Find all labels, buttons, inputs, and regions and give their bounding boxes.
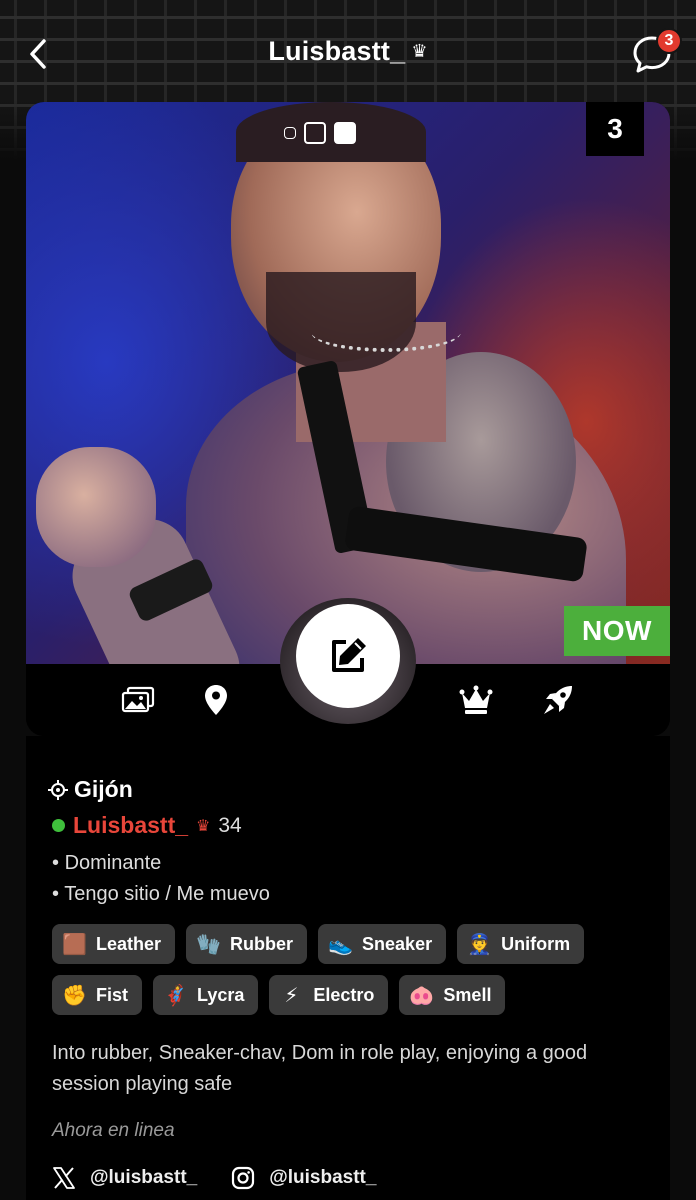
- edit-profile-button[interactable]: [296, 604, 400, 708]
- tag-row: ✊ Fist 🦸 Lycra ⚡ Electro 🐽 Smell: [52, 975, 652, 1015]
- role-item: Tengo sitio / Me muevo: [52, 879, 270, 910]
- fist-icon: ✊: [62, 984, 87, 1007]
- interest-tags: 🟫 Leather 🧤 Rubber 👟 Sneaker 👮 Uniform ✊…: [52, 924, 652, 1026]
- tag-label: Electro: [313, 984, 375, 1005]
- police-officer-icon: 👮: [467, 933, 492, 956]
- indicator-dot[interactable]: [304, 122, 326, 144]
- crown-button[interactable]: [454, 678, 498, 722]
- pig-nose-icon: 🐽: [409, 984, 435, 1007]
- title-crown-icon: ♛: [411, 41, 428, 61]
- sneaker-icon: 👟: [328, 933, 353, 956]
- tag-label: Rubber: [230, 933, 294, 954]
- instagram-link[interactable]: @luisbastt_: [231, 1166, 376, 1190]
- glove-icon: 🧤: [196, 933, 221, 956]
- profile-photo[interactable]: 3: [26, 102, 670, 664]
- tag-row: 🟫 Leather 🧤 Rubber 👟 Sneaker 👮 Uniform: [52, 924, 652, 964]
- username-row: Luisbastt_ ♛ 34: [52, 812, 242, 839]
- gallery-icon: [121, 686, 155, 713]
- premium-crown-icon: ♛: [196, 817, 211, 835]
- tag-sneaker[interactable]: 👟 Sneaker: [318, 924, 447, 964]
- profile-photo-card[interactable]: 3 NOW: [26, 102, 670, 736]
- indicator-dot[interactable]: [284, 127, 296, 139]
- instagram-icon: [232, 1166, 255, 1190]
- gallery-button[interactable]: [116, 678, 160, 722]
- chat-button[interactable]: 3: [630, 28, 682, 76]
- tag-rubber[interactable]: 🧤 Rubber: [186, 924, 308, 964]
- x-handle: @luisbastt_: [90, 1167, 198, 1188]
- tag-uniform[interactable]: 👮 Uniform: [457, 924, 585, 964]
- photo-count-badge: 3: [586, 102, 644, 156]
- tag-label: Fist: [96, 984, 129, 1005]
- tag-electro[interactable]: ⚡ Electro: [269, 975, 389, 1015]
- location-text: Gijón: [74, 776, 133, 802]
- crosshair-icon: [48, 779, 68, 800]
- tag-smell[interactable]: 🐽 Smell: [399, 975, 506, 1015]
- chat-unread-badge: 3: [656, 28, 682, 54]
- photo-figure: [311, 312, 461, 352]
- role-list: Dominante Tengo sitio / Me muevo: [52, 848, 270, 910]
- online-status-dot: [52, 819, 65, 832]
- tag-fist[interactable]: ✊ Fist: [52, 975, 143, 1015]
- crown-icon: [459, 685, 493, 714]
- location-button[interactable]: [194, 678, 238, 722]
- online-status-text: Ahora en linea: [52, 1120, 175, 1141]
- tag-label: Smell: [443, 984, 492, 1005]
- tag-label: Uniform: [501, 933, 571, 954]
- location-pin-icon: [205, 685, 227, 715]
- age: 34: [218, 813, 242, 837]
- profile-description: Into rubber, Sneaker-chav, Dom in role p…: [52, 1042, 588, 1095]
- title-text: Luisbastt_: [268, 36, 406, 66]
- tag-label: Lycra: [197, 984, 245, 1005]
- role-item: Dominante: [52, 848, 270, 879]
- instagram-handle: @luisbastt_: [269, 1167, 377, 1188]
- username: Luisbastt_: [73, 812, 189, 838]
- x-link[interactable]: @luisbastt_: [52, 1166, 197, 1190]
- tag-leather[interactable]: 🟫 Leather: [52, 924, 176, 964]
- lightning-icon: ⚡: [284, 984, 299, 1007]
- superhero-icon: 🦸: [163, 984, 188, 1007]
- tag-lycra[interactable]: 🦸 Lycra: [153, 975, 259, 1015]
- social-links: @luisbastt_ @luisbastt_: [52, 1166, 376, 1190]
- boost-button[interactable]: [536, 678, 580, 722]
- page-title: Luisbastt_ ♛: [0, 36, 696, 67]
- tag-label: Leather: [96, 933, 162, 954]
- tag-label: Sneaker: [362, 933, 433, 954]
- photo-figure: [36, 447, 156, 567]
- now-badge: NOW: [564, 606, 670, 656]
- edit-icon: [332, 638, 366, 672]
- profile-info-panel: Gijón Luisbastt_ ♛ 34 Dominante Tengo si…: [26, 736, 670, 1200]
- rocket-icon: [544, 686, 572, 714]
- indicator-dot-active[interactable]: [334, 122, 356, 144]
- x-icon: [53, 1167, 75, 1189]
- leather-icon: 🟫: [62, 933, 87, 956]
- photo-page-indicator[interactable]: [284, 122, 356, 144]
- location-row: Gijón: [48, 776, 133, 803]
